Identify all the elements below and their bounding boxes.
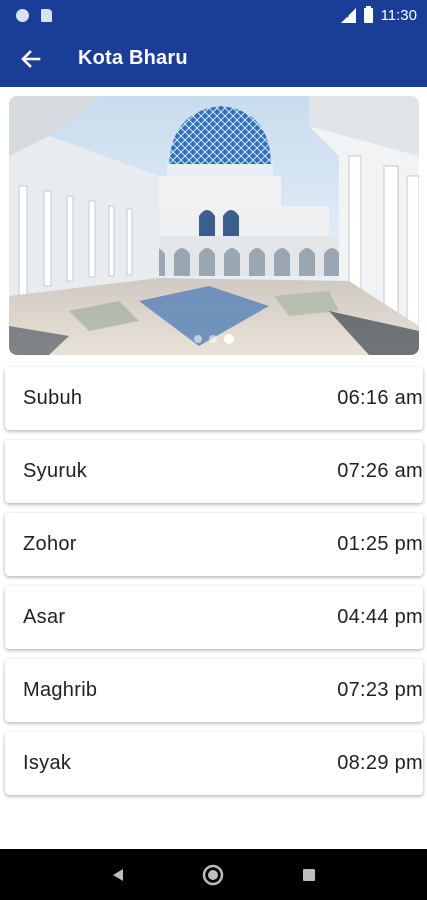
carousel-dot[interactable]: [224, 334, 234, 344]
prayer-name: Asar: [23, 606, 66, 628]
prayer-time-row[interactable]: Maghrib 07:23 pm: [5, 659, 423, 722]
prayer-time: 08:29 pm: [337, 752, 423, 774]
battery-icon: [363, 5, 373, 23]
nav-home-button[interactable]: [193, 855, 233, 895]
prayer-name: Subuh: [23, 387, 83, 409]
carousel-dot[interactable]: [209, 335, 217, 343]
prayer-name: Zohor: [23, 533, 77, 555]
status-bar: 11:30: [0, 0, 427, 30]
prayer-name: Syuruk: [23, 460, 88, 482]
prayer-time-row[interactable]: Isyak 08:29 pm: [5, 732, 423, 795]
prayer-time-row[interactable]: Zohor 01:25 pm: [5, 513, 423, 576]
prayer-name: Isyak: [23, 752, 72, 774]
page-title: Kota Bharu: [78, 47, 188, 69]
recents-square-icon: [303, 868, 316, 881]
prayer-time-row[interactable]: Asar 04:44 pm: [5, 586, 423, 649]
signal-icon: [340, 7, 356, 23]
nav-recents-button[interactable]: [289, 855, 329, 895]
sd-card-icon: [41, 8, 52, 22]
nav-back-button[interactable]: [98, 855, 138, 895]
prayer-time: 01:25 pm: [337, 533, 423, 555]
status-time: 11:30: [380, 6, 417, 24]
prayer-times-list: Subuh 06:16 am Syuruk 07:26 am Zohor 01:25 pm…: [5, 367, 423, 805]
carousel-pager: [9, 334, 419, 344]
mosque-image-carousel[interactable]: [9, 96, 419, 355]
app-bar: Kota Bharu: [0, 30, 427, 87]
notification-dot-icon: [16, 8, 29, 22]
system-nav-bar: [0, 849, 427, 900]
arrow-back-icon: [21, 49, 41, 68]
home-circle-icon: [203, 864, 224, 885]
prayer-time-row[interactable]: Syuruk 07:26 am: [5, 440, 423, 503]
prayer-time: 07:23 pm: [337, 679, 423, 701]
prayer-time: 06:16 am: [337, 387, 423, 409]
mosque-image: [9, 96, 419, 355]
carousel-dot[interactable]: [194, 335, 202, 343]
prayer-time: 07:26 am: [337, 460, 423, 482]
prayer-time-row[interactable]: Subuh 06:16 am: [5, 367, 423, 430]
back-button[interactable]: [0, 30, 62, 87]
prayer-name: Maghrib: [23, 679, 98, 701]
prayer-time: 04:44 pm: [337, 606, 423, 628]
back-triangle-icon: [112, 868, 123, 881]
